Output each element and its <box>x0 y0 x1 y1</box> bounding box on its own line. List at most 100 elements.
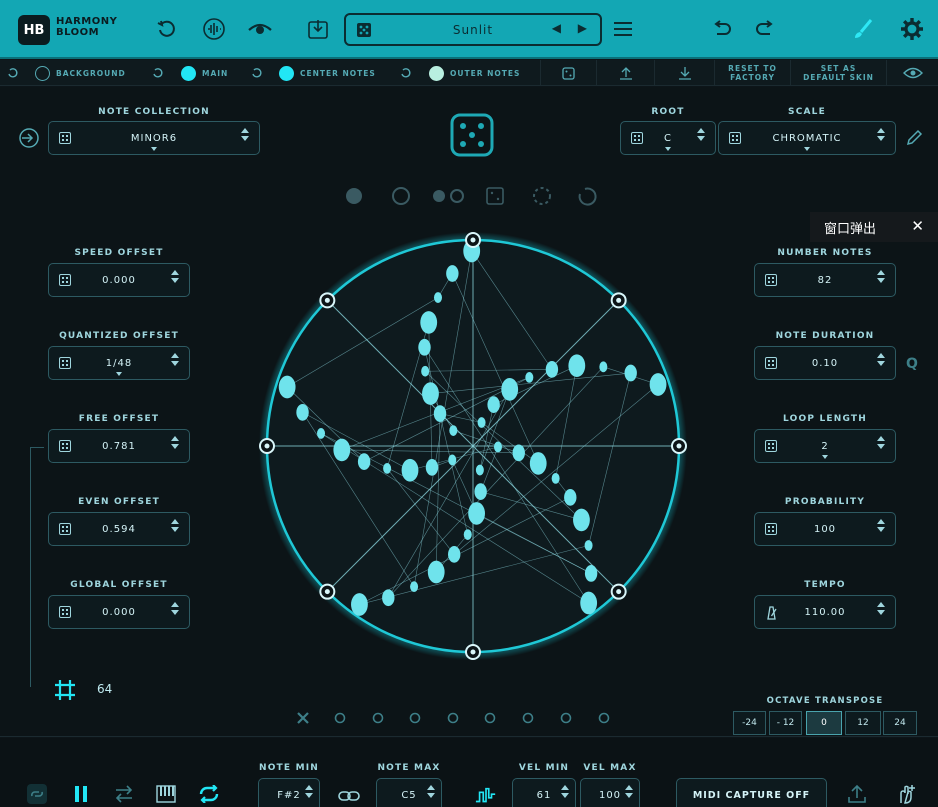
reset-to-factory-button[interactable]: RESET TO FACTORY <box>714 60 790 86</box>
note-dot[interactable] <box>551 472 560 484</box>
number-notes-field[interactable]: 82 <box>754 263 896 297</box>
stepper-icon[interactable] <box>171 353 179 366</box>
loop-icon[interactable] <box>198 783 220 805</box>
perimeter-node[interactable] <box>671 438 687 454</box>
stepper-icon[interactable] <box>305 785 313 798</box>
note-dot[interactable] <box>401 458 419 482</box>
note-dot[interactable] <box>649 373 667 396</box>
stepper-icon[interactable] <box>241 128 249 141</box>
main-color-swatch[interactable]: MAIN <box>181 60 228 86</box>
stepper-icon[interactable] <box>171 436 179 449</box>
note-dot[interactable] <box>448 454 457 466</box>
perimeter-node[interactable] <box>465 644 481 660</box>
step-dot[interactable] <box>598 712 610 724</box>
octave-button[interactable]: -24 <box>733 711 766 735</box>
note-dot[interactable] <box>512 444 525 462</box>
download-icon[interactable] <box>305 16 331 42</box>
reset-outer-icon[interactable] <box>400 60 412 86</box>
background-swatch[interactable] <box>35 65 50 81</box>
note-dot[interactable] <box>433 405 447 422</box>
brush-icon[interactable] <box>850 16 876 42</box>
note-dot[interactable] <box>474 483 487 500</box>
stepper-icon[interactable] <box>171 602 179 615</box>
random-skin-icon[interactable] <box>540 60 596 86</box>
perimeter-node[interactable] <box>610 292 627 309</box>
stepper-icon[interactable] <box>697 128 705 141</box>
stepper-icon[interactable] <box>427 785 435 798</box>
drag-midi-icon[interactable] <box>895 783 917 805</box>
stepper-icon[interactable] <box>171 270 179 283</box>
stepper-icon[interactable] <box>877 128 885 141</box>
note-dot[interactable] <box>525 372 534 383</box>
stepper-icon[interactable] <box>877 602 885 615</box>
preset-selector[interactable]: Sunlit ◀ ▶ <box>344 13 602 46</box>
eye-icon[interactable] <box>886 60 938 86</box>
note-dot[interactable] <box>487 396 500 413</box>
next-preset-icon[interactable]: ▶ <box>578 21 588 35</box>
octave-button[interactable]: 24 <box>883 711 917 735</box>
note-dot[interactable] <box>493 441 502 453</box>
note-duration-field[interactable]: 0.10 <box>754 346 896 380</box>
note-circle-visualizer[interactable] <box>258 230 688 660</box>
redo-icon[interactable] <box>752 16 778 42</box>
global-offset-field[interactable]: 0.000 <box>48 595 190 629</box>
note-max-field[interactable]: C5 <box>376 778 442 807</box>
outer-swatch[interactable] <box>429 65 444 81</box>
download-skin-icon[interactable] <box>654 60 714 86</box>
midi-capture-button[interactable]: MIDI CAPTURE OFF <box>676 778 827 807</box>
vel-min-field[interactable]: 61 <box>512 778 576 807</box>
speed-offset-field[interactable]: 0.000 <box>48 263 190 297</box>
perimeter-node[interactable] <box>319 292 336 309</box>
note-dot[interactable] <box>427 560 445 584</box>
tempo-field[interactable]: 110.00 <box>754 595 896 629</box>
pause-icon[interactable] <box>70 783 92 805</box>
note-dot[interactable] <box>421 365 430 377</box>
note-dot[interactable] <box>382 589 395 607</box>
note-dot[interactable] <box>420 311 438 334</box>
dice-icon[interactable] <box>59 440 71 452</box>
octave-button-selected[interactable]: 0 <box>806 711 842 735</box>
note-dot[interactable] <box>383 462 392 474</box>
set-default-skin-button[interactable]: SET AS DEFAULT SKIN <box>790 60 886 86</box>
upload-skin-icon[interactable] <box>596 60 654 86</box>
dice-icon[interactable] <box>59 357 71 369</box>
menu-icon[interactable] <box>610 16 636 42</box>
stepper-icon[interactable] <box>171 519 179 532</box>
note-dot[interactable] <box>529 452 547 475</box>
scale-select[interactable]: CHROMATIC <box>718 121 896 155</box>
dice-icon[interactable] <box>765 357 777 369</box>
dice-icon[interactable] <box>631 132 643 144</box>
note-dot[interactable] <box>475 464 484 476</box>
note-dot[interactable] <box>501 378 519 401</box>
note-dot[interactable] <box>425 458 439 476</box>
step-dot[interactable] <box>334 712 346 724</box>
note-dot[interactable] <box>580 591 598 615</box>
stepper-icon[interactable] <box>877 353 885 366</box>
quantize-toggle[interactable]: Q <box>906 356 918 372</box>
note-dot[interactable] <box>599 361 608 373</box>
dice-icon[interactable] <box>765 440 777 452</box>
note-min-field[interactable]: F#2 <box>258 778 320 807</box>
dice-icon[interactable] <box>765 523 777 535</box>
note-dot[interactable] <box>449 425 458 436</box>
note-dot[interactable] <box>564 488 577 506</box>
dice-icon[interactable] <box>59 606 71 618</box>
note-dot[interactable] <box>448 546 461 563</box>
note-dot[interactable] <box>477 417 486 428</box>
note-collection-select[interactable]: MINOR6 <box>48 121 260 155</box>
link-icon[interactable] <box>26 783 48 805</box>
mode-ring-icon[interactable] <box>392 187 410 205</box>
dice-icon[interactable] <box>59 274 71 286</box>
note-dot[interactable] <box>624 364 637 382</box>
reset-main-icon[interactable] <box>152 60 164 86</box>
vel-max-field[interactable]: 100 <box>580 778 640 807</box>
mode-rotate-icon[interactable] <box>578 187 597 206</box>
quantized-offset-field[interactable]: 1/48 <box>48 346 190 380</box>
swap-icon[interactable] <box>113 783 135 805</box>
piano-icon[interactable] <box>155 783 177 805</box>
perimeter-node[interactable] <box>259 438 275 454</box>
even-offset-field[interactable]: 0.594 <box>48 512 190 546</box>
perimeter-node[interactable] <box>610 583 627 600</box>
note-dot[interactable] <box>463 529 472 540</box>
octave-button[interactable]: - 12 <box>769 711 802 735</box>
